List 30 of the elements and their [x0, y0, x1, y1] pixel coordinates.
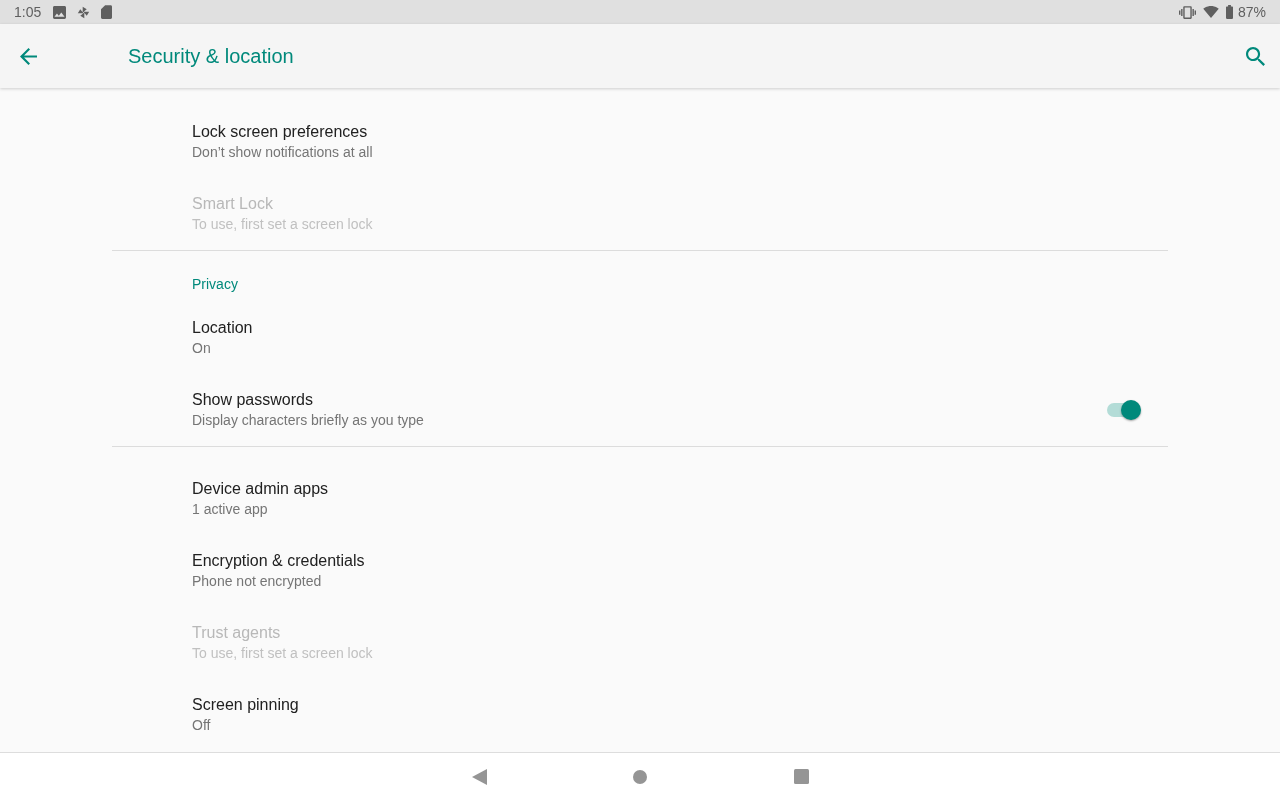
section-header: Privacy	[192, 275, 238, 294]
toggle-switch[interactable]	[1107, 400, 1141, 420]
setting-title[interactable]: Location	[192, 318, 253, 338]
setting-summary: Off	[192, 716, 211, 735]
search-icon[interactable]	[1246, 46, 1265, 66]
setting-summary: Display characters briefly as you type	[192, 411, 424, 430]
setting-summary: Phone not encrypted	[192, 572, 322, 591]
setting-title[interactable]: Lock screen preferences	[192, 122, 368, 142]
back-arrow-icon[interactable]	[20, 47, 37, 65]
wifi-icon	[1202, 6, 1219, 18]
page-title: Security & location	[128, 44, 294, 69]
pinwheel-icon	[77, 5, 91, 19]
setting-title[interactable]: Show passwords	[192, 390, 313, 410]
setting-title[interactable]: Encryption & credentials	[192, 551, 365, 571]
vibrate-icon	[1178, 5, 1196, 19]
battery-icon	[1225, 5, 1233, 19]
setting-title[interactable]: Screen pinning	[192, 695, 299, 715]
status-time: 1:05	[14, 2, 42, 22]
setting-summary: 1 active app	[192, 500, 268, 519]
battery-percent: 87%	[1237, 2, 1266, 22]
setting-summary: To use, first set a screen lock	[192, 644, 373, 663]
setting-summary: To use, first set a screen lock	[192, 215, 373, 234]
sd-card-icon	[101, 5, 113, 19]
image-icon	[53, 5, 67, 19]
setting-summary: Don’t show notifications at all	[192, 143, 373, 162]
setting-title[interactable]: Device admin apps	[192, 479, 329, 499]
setting-summary: On	[192, 339, 211, 358]
nav-recents-icon[interactable]	[793, 769, 809, 784]
nav-home-icon[interactable]	[633, 769, 647, 784]
nav-back-icon[interactable]	[471, 768, 487, 785]
